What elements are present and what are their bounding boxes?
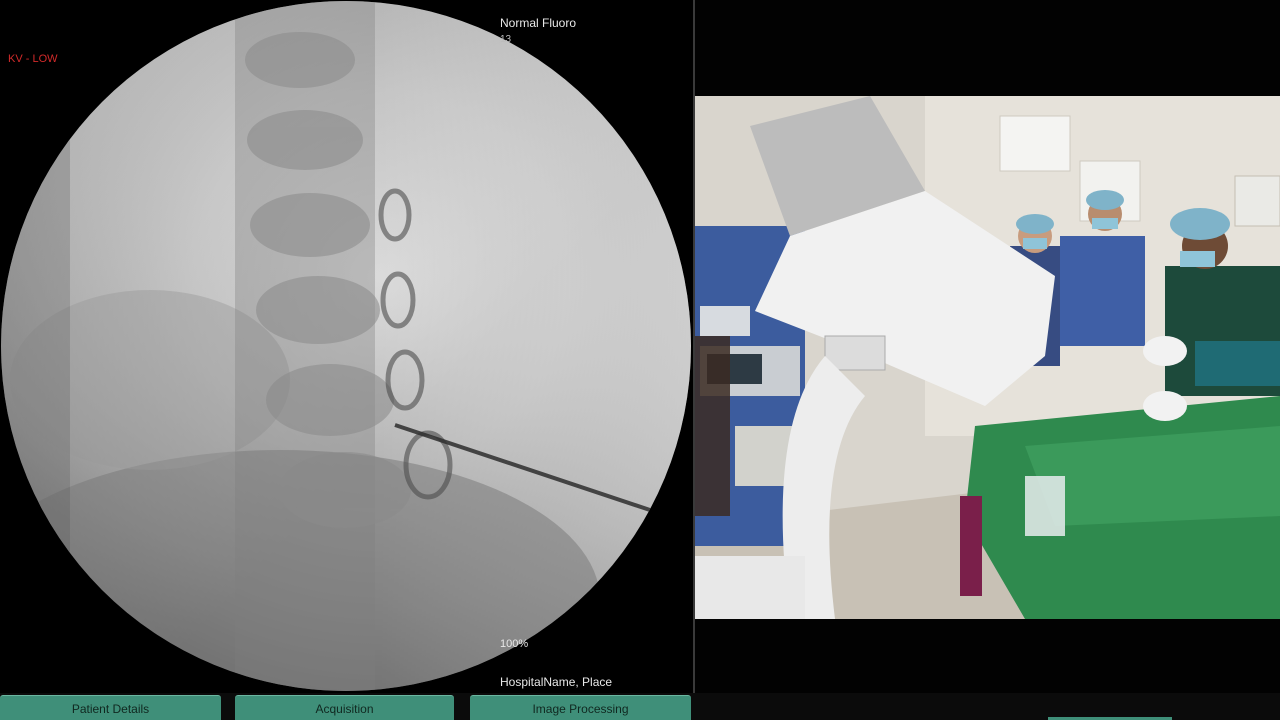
fluoroscopy-panel: KV - LOW Normal Fluoro 13 100% HospitalN… bbox=[0, 0, 693, 693]
fluoroscopy-image bbox=[1, 1, 691, 691]
fluoroscopy-app-screen: KV - LOW Normal Fluoro 13 100% HospitalN… bbox=[0, 0, 1280, 720]
tab-acquisition[interactable]: Acquisition bbox=[235, 695, 454, 720]
tab-image-processing[interactable]: Image Processing bbox=[470, 695, 691, 720]
tab-patient-details[interactable]: Patient Details bbox=[0, 695, 221, 720]
camera-panel bbox=[695, 0, 1280, 693]
fluoro-mode-label: Normal Fluoro bbox=[500, 16, 577, 30]
bottom-tab-bar: Patient Details Acquisition Image Proces… bbox=[0, 693, 1280, 720]
hospital-label: HospitalName, Place bbox=[500, 675, 613, 689]
fluoro-mode-sub-label: 13 bbox=[500, 34, 512, 45]
operating-room-camera-feed bbox=[695, 96, 1280, 619]
kv-level-label: KV - LOW bbox=[8, 53, 58, 65]
zoom-level-label: 100% bbox=[500, 638, 529, 650]
